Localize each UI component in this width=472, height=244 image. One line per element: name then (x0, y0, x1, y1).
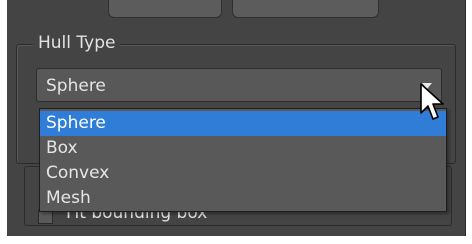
dropdown-option-sphere[interactable]: Sphere (40, 111, 446, 136)
top-button-left[interactable] (108, 0, 222, 18)
dropdown-option-convex[interactable]: Convex (40, 161, 446, 186)
dropdown-option-mesh[interactable]: Mesh (40, 186, 446, 211)
hull-type-title: Hull Type (33, 32, 121, 54)
top-button-right[interactable] (232, 0, 379, 18)
stage: Hull Type Sphere Fit bounding box Sphere… (0, 0, 472, 244)
hull-type-dropdown[interactable]: Sphere (36, 68, 442, 102)
hull-type-dropdown-list: Sphere Box Convex Mesh (39, 108, 447, 212)
mouse-pointer-icon (420, 83, 444, 120)
dropdown-option-box[interactable]: Box (40, 136, 446, 161)
hull-type-selected-value: Sphere (46, 76, 106, 96)
